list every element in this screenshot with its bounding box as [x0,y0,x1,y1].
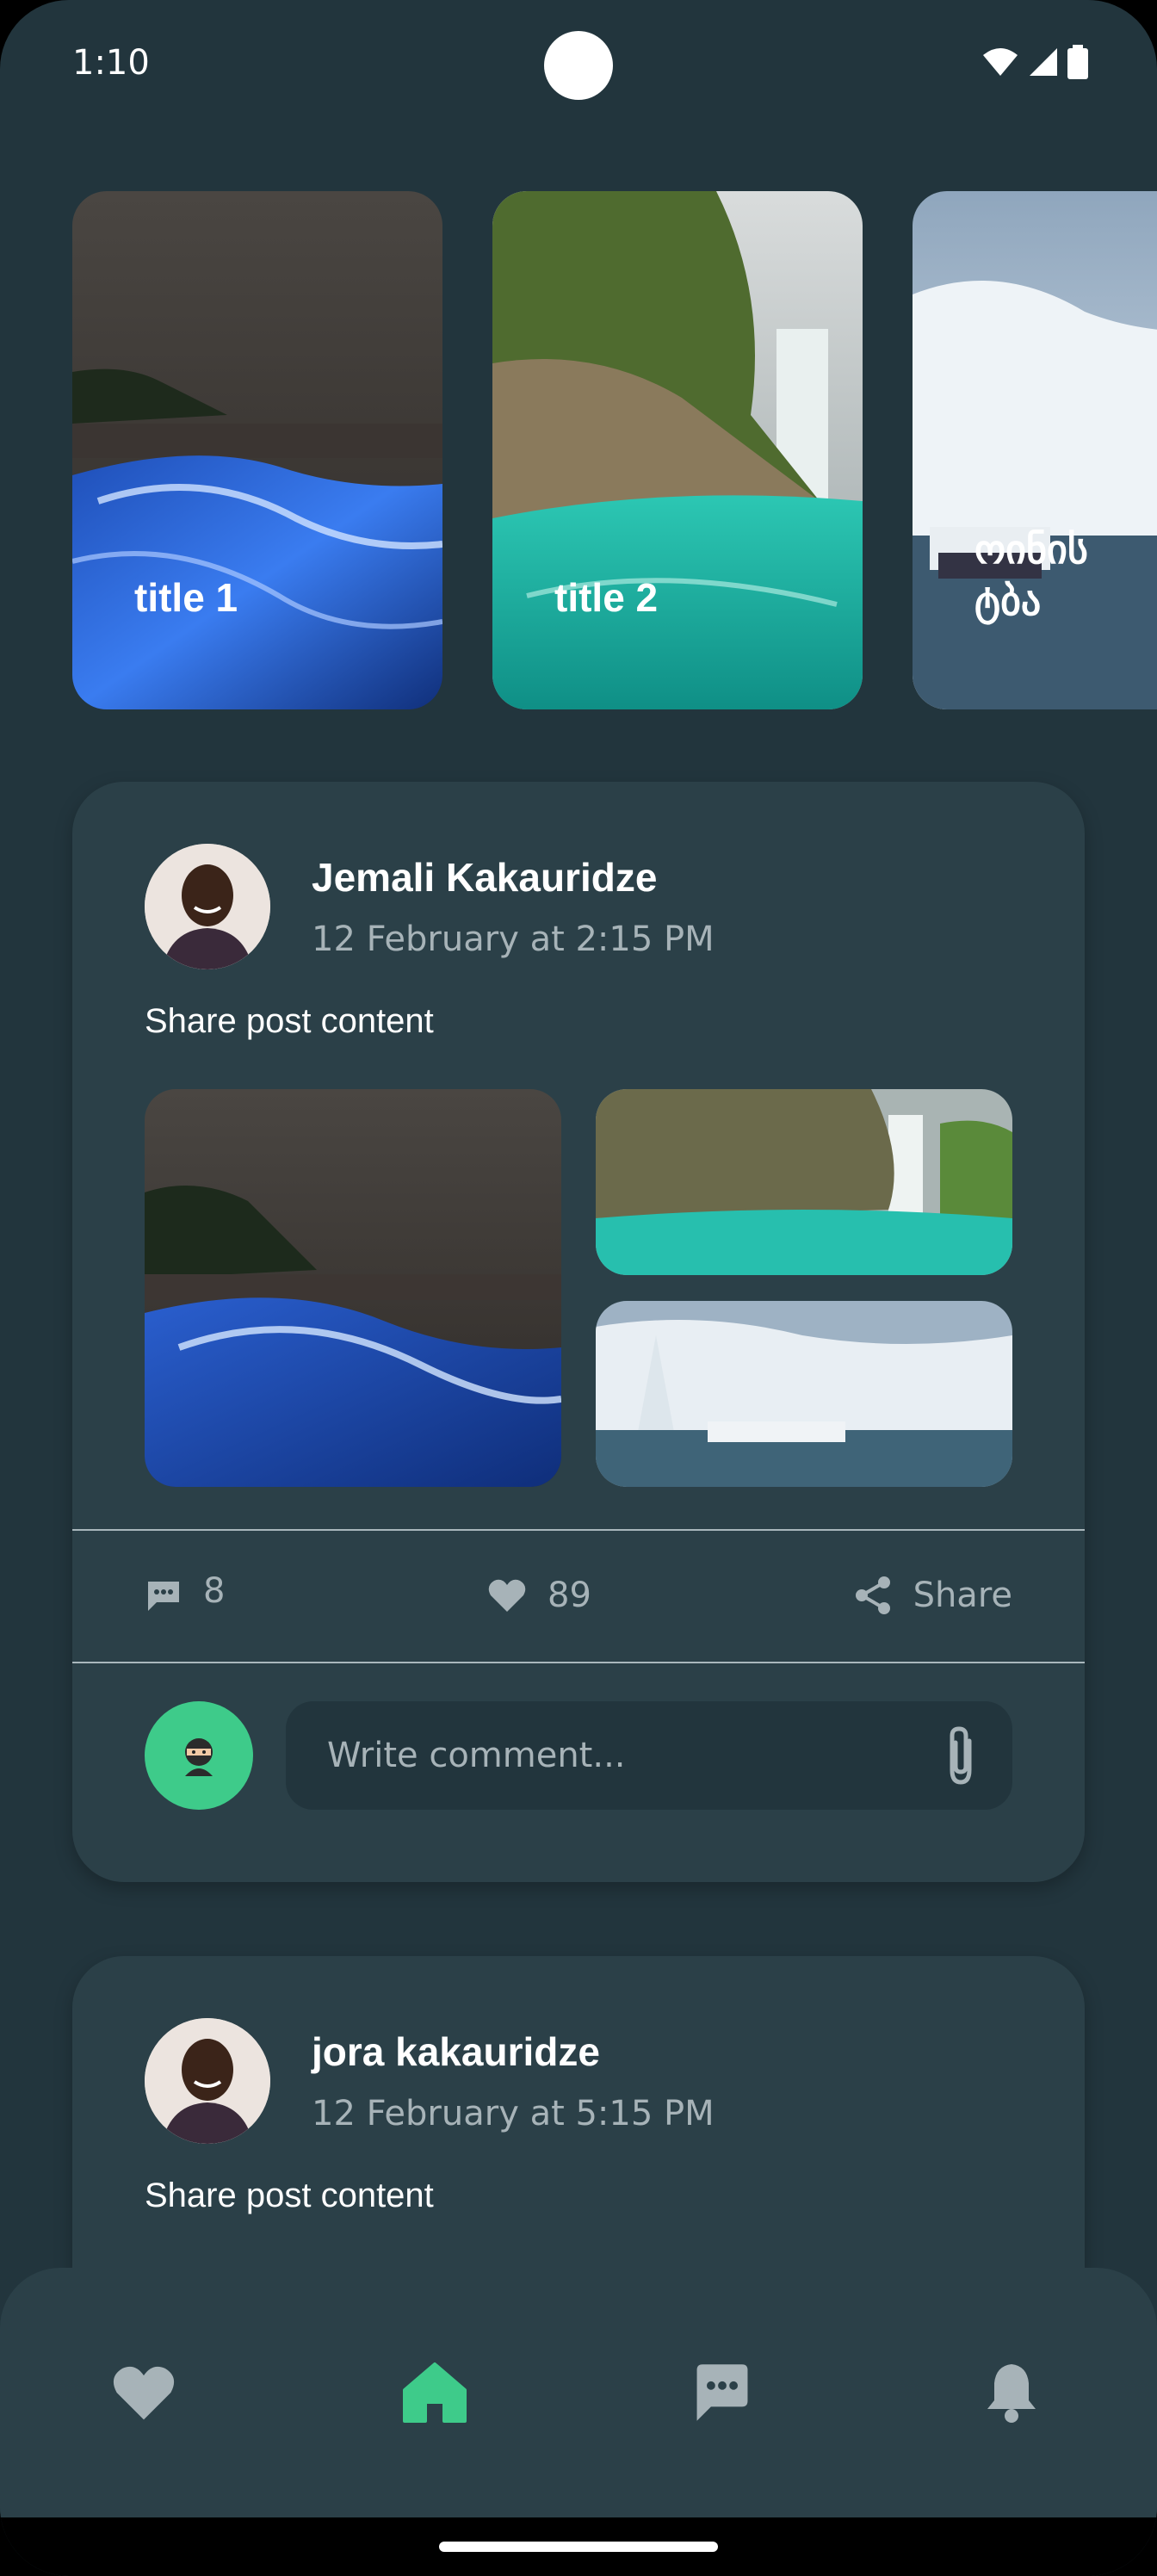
story-card[interactable]: title 2 [492,191,863,709]
heart-icon [113,2366,175,2420]
avatar[interactable] [145,2018,270,2144]
author-name[interactable]: jora kakauridze [312,2028,715,2075]
story-image [72,191,442,709]
story-title: ოინის ტბა [974,527,1088,623]
status-icons [981,45,1088,79]
post-author[interactable]: jora kakauridze 12 February at 5:15 PM [145,2018,715,2144]
story-image [492,191,863,709]
likes-count: 89 [548,1576,591,1615]
status-time: 1:10 [72,43,150,83]
story-image [913,191,1157,709]
nav-messages[interactable] [684,2354,761,2431]
gesture-bar [0,2517,1157,2576]
nav-notifications[interactable] [973,2354,1050,2431]
home-icon [403,2362,467,2423]
nav-favorites[interactable] [105,2354,183,2431]
app-screen: 1:10 title 1 title 2 ოინის ტბა Jemali Ka… [0,0,1157,2576]
comments-count: 8 [203,1571,226,1611]
bottom-nav [0,2268,1157,2517]
battery-icon [1067,45,1088,79]
post-content: Share post content [145,1002,434,1040]
status-bar: 1:10 [0,0,1157,129]
story-title: title 1 [134,575,238,620]
paperclip-icon[interactable] [944,1724,978,1787]
camera-cutout [544,31,613,100]
post-date: 12 February at 2:15 PM [312,920,715,959]
post-actions: 8 89 Share [72,1531,1085,1660]
current-user-avatar[interactable] [145,1701,253,1810]
divider [72,1662,1085,1663]
share-label: Share [913,1576,1012,1615]
story-title: title 2 [554,575,659,620]
post-gallery [145,1089,1012,1487]
bell-icon [987,2364,1036,2423]
gallery-image[interactable] [596,1089,1012,1275]
heart-icon [488,1579,526,1612]
story-card[interactable]: ოინის ტბა [913,191,1157,709]
post-card: Jemali Kakauridze 12 February at 2:15 PM… [72,782,1085,1882]
gallery-image[interactable] [145,1089,561,1487]
comment-composer [145,1701,1012,1811]
avatar[interactable] [145,844,270,969]
stories-carousel[interactable]: title 1 title 2 ოინის ტბა [72,191,1157,709]
author-name[interactable]: Jemali Kakauridze [312,854,715,901]
chat-icon [696,2364,748,2421]
post-author[interactable]: Jemali Kakauridze 12 February at 2:15 PM [145,844,715,969]
home-indicator[interactable] [439,2542,718,2552]
share-icon [855,1576,890,1614]
like-button[interactable]: 89 [487,1531,591,1660]
comments-button[interactable]: 8 [145,1531,225,1660]
post-date: 12 February at 5:15 PM [312,2094,715,2133]
post-content: Share post content [145,2177,434,2214]
nav-home[interactable] [396,2354,473,2431]
ninja-icon [185,1738,213,1776]
wifi-icon [983,48,1018,76]
share-button[interactable]: Share [855,1531,1012,1660]
comment-input[interactable] [286,1701,1012,1810]
signal-icon [1030,48,1057,76]
story-card[interactable]: title 1 [72,191,442,709]
gallery-image[interactable] [596,1301,1012,1487]
comment-icon [148,1582,179,1611]
